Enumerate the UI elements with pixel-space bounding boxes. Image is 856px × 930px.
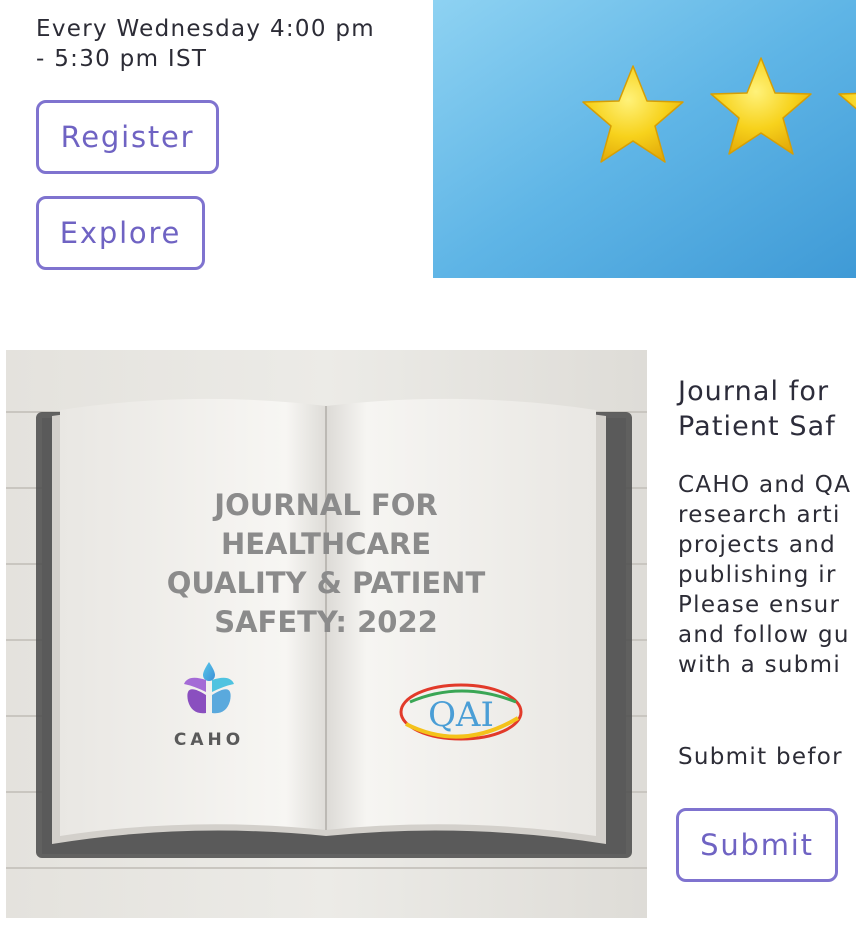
cover-title-line-2: HEALTHCARE	[221, 527, 431, 561]
register-button[interactable]: Register	[36, 100, 219, 174]
journal-title-line-1: Journal for	[678, 376, 830, 407]
qai-logo-text: QAI	[428, 695, 494, 735]
journal-text-line: projects and	[678, 532, 836, 558]
schedule-line-1: Every Wednesday 4:00 pm	[36, 16, 376, 42]
explore-button[interactable]: Explore	[36, 196, 205, 270]
journal-text-line: Please ensur	[678, 592, 841, 618]
journal-text-line: and follow gu	[678, 622, 850, 648]
journal-title-line-2: Patient Saf	[678, 411, 836, 442]
journal-title: Journal for Patient Saf	[678, 374, 856, 444]
journal-text-line: with a submi	[678, 652, 842, 678]
schedule-line-2: - 5:30 pm IST	[36, 46, 208, 72]
cover-title-line-3: QUALITY & PATIENT	[167, 566, 486, 600]
journal-cover-image: JOURNAL FOR HEALTHCARE QUALITY & PATIENT…	[6, 350, 647, 918]
cover-title-line-1: JOURNAL FOR	[212, 488, 437, 522]
submit-button[interactable]: Submit	[676, 808, 838, 882]
rating-stars-image	[433, 0, 856, 278]
journal-text-line: research arti	[678, 502, 841, 528]
page: Every Wednesday 4:00 pm - 5:30 pm IST Re…	[0, 0, 856, 930]
journal-description: CAHO and QA research arti projects and p…	[678, 470, 856, 680]
cover-title-line-4: SAFETY: 2022	[214, 605, 438, 639]
journal-text-line: publishing ir	[678, 562, 837, 588]
caho-logo-text: CAHO	[174, 730, 244, 750]
webinar-schedule: Every Wednesday 4:00 pm - 5:30 pm IST	[36, 14, 426, 74]
journal-deadline: Submit befor	[678, 744, 843, 770]
journal-text-line: CAHO and QA	[678, 472, 852, 498]
